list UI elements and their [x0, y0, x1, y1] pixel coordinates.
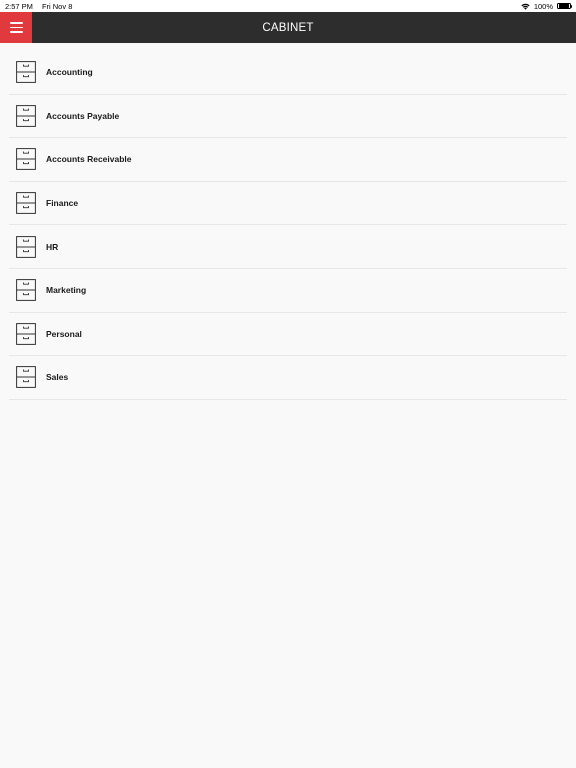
- cabinet-item-marketing[interactable]: Marketing: [9, 269, 567, 313]
- status-right: 100%: [521, 1, 573, 11]
- hamburger-menu-icon: [9, 21, 23, 24]
- wifi-icon: [521, 3, 530, 10]
- file-cabinet-icon: [16, 148, 36, 171]
- battery-fill: [558, 4, 570, 8]
- page-title: CABINET: [262, 21, 314, 34]
- status-time: 2:57 PM: [5, 1, 33, 11]
- status-bar: 2:57 PM Fri Nov 8 100%: [0, 0, 576, 12]
- cabinet-item-label: Personal: [46, 328, 82, 339]
- file-cabinet-icon: [16, 61, 36, 84]
- cabinet-item-label: Sales: [46, 372, 69, 383]
- file-cabinet-icon: [16, 235, 36, 258]
- status-date: Fri Nov 8: [41, 1, 73, 11]
- cabinet-item-accounts-payable[interactable]: Accounts Payable: [9, 95, 567, 139]
- cabinet-item-accounting[interactable]: Accounting: [9, 51, 567, 95]
- cabinet-item-label: Accounting: [46, 67, 93, 78]
- file-cabinet-icon: [16, 322, 36, 345]
- cabinet-item-label: Marketing: [46, 285, 87, 296]
- cabinet-item-label: Finance: [46, 198, 79, 209]
- file-cabinet-icon: [16, 104, 36, 127]
- file-cabinet-icon: [16, 279, 36, 302]
- cabinet-item-accounts-receivable[interactable]: Accounts Receivable: [9, 138, 567, 182]
- cabinet-item-personal[interactable]: Personal: [9, 313, 567, 357]
- cabinet-item-label: Accounts Payable: [46, 110, 120, 121]
- hamburger-menu-icon-bar: [9, 31, 23, 34]
- status-left: 2:57 PM Fri Nov 8: [5, 2, 72, 11]
- file-cabinet-icon: [16, 366, 36, 389]
- cabinet-item-hr[interactable]: HR: [9, 225, 567, 269]
- battery-percent: 100%: [533, 1, 553, 11]
- cabinet-list: Accounting Accounts Payable Accounts Rec…: [9, 51, 567, 400]
- nav-bar: CABINET: [0, 12, 576, 43]
- battery-icon: [557, 2, 573, 10]
- menu-button[interactable]: [0, 12, 32, 43]
- file-cabinet-icon: [16, 192, 36, 214]
- cabinet-item-label: HR: [46, 241, 59, 252]
- cabinet-item-sales[interactable]: Sales: [9, 356, 567, 400]
- hamburger-menu-icon-bar: [9, 26, 23, 29]
- cabinet-item-label: Accounts Receivable: [46, 154, 132, 165]
- cabinet-item-finance[interactable]: Finance: [9, 182, 567, 226]
